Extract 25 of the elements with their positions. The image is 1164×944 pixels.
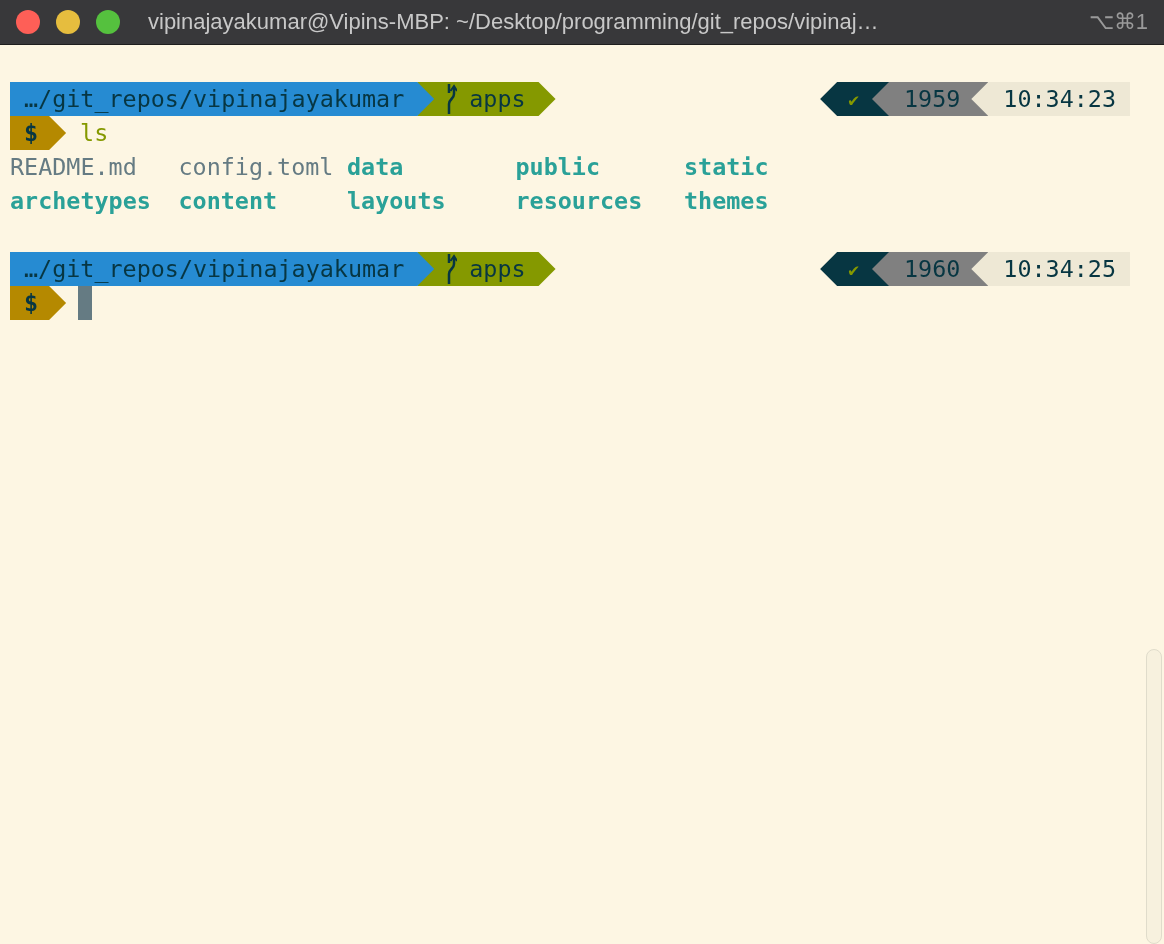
file-name: README.md [10,153,138,181]
directory-name: resources [515,187,644,215]
directory-name: public [515,153,601,181]
window-title: vipinajayakumar@Vipins-MBP: ~/Desktop/programming/git_repos/vipinaj… [148,9,880,35]
time-segment: 10:34:25 [971,252,1130,286]
branch-icon [445,254,458,284]
command-text: ls [80,119,109,147]
minimize-button[interactable] [56,10,80,34]
file-name: config.toml [178,153,335,181]
scrollbar[interactable] [1146,649,1162,944]
prompt-symbol: $ [10,286,67,320]
directory-name: static [684,153,770,181]
branch-icon [445,84,458,114]
directory-name: themes [684,187,770,215]
directory-name: data [347,153,405,181]
directory-name: content [178,187,279,215]
prompt-symbol: $ [10,116,67,150]
path-segment: …/git_repos/vipinajayakumar [10,82,435,116]
shortcut-label: ⌥⌘1 [1088,9,1148,35]
directory-name: layouts [347,187,447,215]
close-button[interactable] [16,10,40,34]
time-segment: 10:34:23 [971,82,1130,116]
path-segment: …/git_repos/vipinajayakumar [10,252,435,286]
zoom-button[interactable] [96,10,120,34]
directory-name: archetypes [10,187,152,215]
